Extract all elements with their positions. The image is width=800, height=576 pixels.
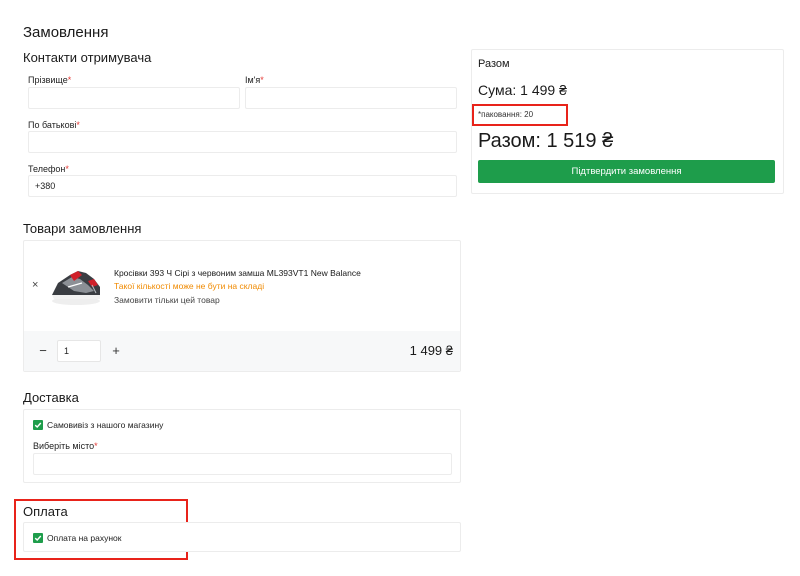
payment-title: Оплата [23,504,68,519]
surname-label: Прізвище* [28,75,71,85]
summary-total: Разом: 1 519 ₴ [478,130,614,152]
surname-field[interactable] [28,87,240,109]
name-input[interactable] [246,88,456,108]
required-mark: * [67,75,72,85]
summary-sum: Сума: 1 499 ₴ [478,82,567,98]
qty-field[interactable] [57,340,101,362]
required-mark: * [65,164,69,174]
order-only-this-link[interactable]: Замовити тільки цей товар [114,295,220,305]
city-select[interactable] [33,453,452,475]
check-icon [34,535,42,541]
invoice-option[interactable]: Оплата на рахунок [33,533,121,543]
name-label-text: Ім'я [245,75,261,85]
pickup-checkbox[interactable] [33,420,43,430]
phone-input[interactable] [29,176,456,196]
required-mark: * [260,75,264,85]
phone-label: Телефон* [28,164,69,174]
patronymic-input[interactable] [29,132,456,152]
surname-input[interactable] [29,88,239,108]
invoice-label: Оплата на рахунок [47,533,122,543]
phone-label-text: Телефон [28,164,66,174]
required-mark: * [76,120,80,130]
line-price: 1 499 ₴ [409,343,453,358]
pickup-label: Самовивіз з нашого магазину [47,420,164,430]
city-label-text: Виберіть місто [33,441,95,451]
surname-label-text: Прізвище [28,75,68,85]
qty-minus-button[interactable]: − [33,341,53,361]
product-name[interactable]: Кросівки 393 Ч Сірі з червоним замша ML3… [114,268,361,278]
packaging-note: *паковання: 20 [478,110,534,119]
city-label: Виберіть місто* [33,441,98,451]
remove-item-icon[interactable]: × [32,279,38,291]
items-title: Товари замовлення [23,221,142,236]
qty-plus-button[interactable]: + [106,341,126,361]
qty-input[interactable] [58,341,100,361]
pickup-option[interactable]: Самовивіз з нашого магазину [33,420,163,430]
phone-field[interactable] [28,175,457,197]
confirm-order-button[interactable]: Підтвердити замовлення [478,160,775,183]
contacts-title: Контакти отримувача [23,50,152,65]
stock-warning: Такої кількості може не бути на складі [114,281,265,291]
product-image[interactable] [48,257,104,313]
summary-title: Разом [478,58,510,70]
required-mark: * [94,441,98,451]
page-title: Замовлення [23,24,109,41]
name-field[interactable] [245,87,457,109]
invoice-checkbox[interactable] [33,533,43,543]
delivery-title: Доставка [23,390,79,405]
check-icon [34,422,42,428]
patronymic-label: По батькові* [28,120,80,130]
name-label: Ім'я* [245,75,264,85]
patronymic-field[interactable] [28,131,457,153]
patronymic-label-text: По батькові [28,120,77,130]
city-input[interactable] [34,454,451,474]
